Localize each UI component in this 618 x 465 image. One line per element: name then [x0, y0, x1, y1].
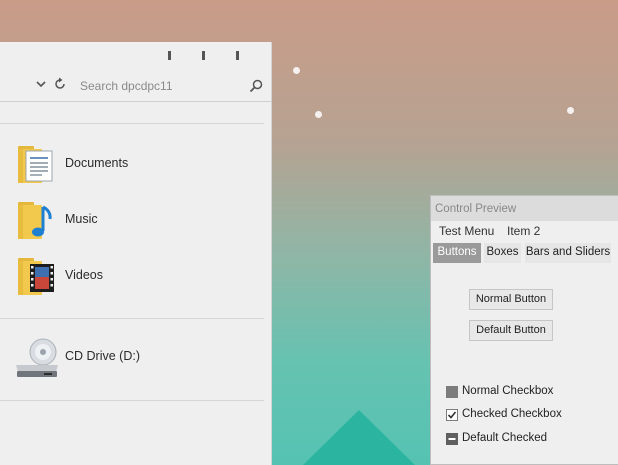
- search-input[interactable]: [80, 74, 245, 98]
- documents-folder-icon: [18, 146, 53, 183]
- menu-bar: Test Menu Item 2: [431, 221, 618, 241]
- folder-label: Music: [65, 212, 98, 226]
- minimize-button[interactable]: [168, 51, 171, 60]
- tab-buttons[interactable]: Buttons: [433, 243, 481, 263]
- tab-bars-and-sliders[interactable]: Bars and Sliders: [525, 243, 611, 263]
- chevron-down-icon[interactable]: [35, 78, 47, 90]
- music-folder-icon: [18, 202, 52, 239]
- address-bar: [0, 70, 272, 102]
- checkbox-label: Normal Checkbox: [462, 385, 554, 397]
- normal-button[interactable]: Normal Button: [469, 289, 553, 310]
- menu-item-item-2[interactable]: Item 2: [507, 224, 540, 238]
- folder-item-music[interactable]: Music: [14, 197, 254, 245]
- tab-boxes[interactable]: Boxes: [484, 243, 521, 263]
- checkbox-indeterminate-icon[interactable]: [446, 433, 458, 445]
- checkbox-checked-icon[interactable]: [446, 409, 458, 421]
- checkbox-label: Default Checked: [462, 432, 548, 444]
- default-button[interactable]: Default Button: [469, 320, 553, 341]
- desktop-dot: [293, 67, 300, 74]
- divider: [0, 400, 264, 401]
- desktop-dot: [567, 107, 574, 114]
- desktop-dot: [315, 111, 322, 118]
- explorer-title-bar[interactable]: [0, 42, 272, 70]
- refresh-icon[interactable]: [53, 77, 67, 91]
- cd-drive-icon: [16, 338, 58, 377]
- divider: [0, 123, 264, 124]
- search-icon[interactable]: [249, 79, 263, 93]
- checkbox-unchecked-icon[interactable]: [446, 386, 458, 398]
- window-title: Control Preview: [431, 196, 618, 221]
- folder-label: Documents: [65, 156, 129, 170]
- drive-label: CD Drive (D:): [65, 349, 140, 363]
- menu-item-test-menu[interactable]: Test Menu: [439, 224, 494, 238]
- folder-label: Videos: [65, 268, 103, 282]
- control-preview-window: Control Preview Test Menu Item 2 Buttons…: [430, 195, 618, 465]
- divider: [0, 318, 264, 319]
- wallpaper-triangle: [303, 410, 415, 465]
- close-button[interactable]: [236, 51, 239, 60]
- maximize-button[interactable]: [202, 51, 205, 60]
- file-explorer-window: Documents Music: [0, 42, 272, 465]
- folder-item-videos[interactable]: Videos: [14, 253, 254, 301]
- folder-item-documents[interactable]: Documents: [14, 141, 254, 189]
- checkbox-label: Checked Checkbox: [462, 408, 562, 420]
- videos-folder-icon: [18, 258, 54, 295]
- drive-item-cd[interactable]: CD Drive (D:): [14, 334, 254, 382]
